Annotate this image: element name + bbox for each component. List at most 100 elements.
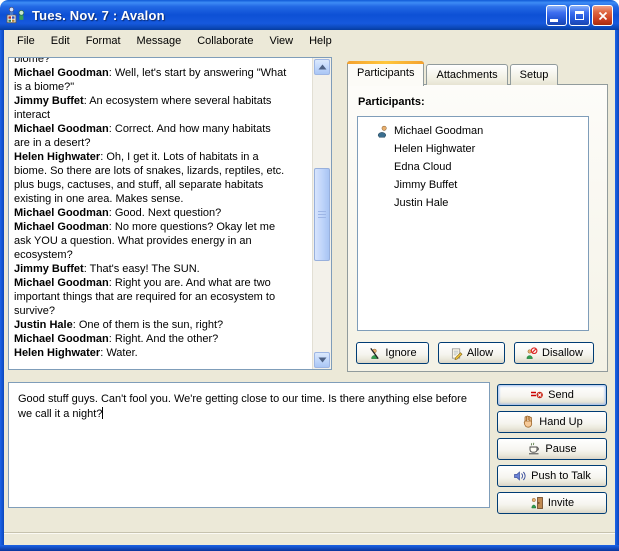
window-border-right — [615, 30, 619, 551]
pause-button[interactable]: Pause — [497, 438, 607, 460]
invite-icon — [530, 496, 544, 510]
chat-message-author: Michael Goodman — [14, 221, 109, 233]
hand-up-button[interactable]: Hand Up — [497, 411, 607, 433]
chat-message-author: Jimmy Buffet — [14, 263, 84, 275]
close-icon — [598, 11, 608, 21]
scroll-down-icon — [318, 357, 327, 363]
send-icon — [530, 388, 544, 402]
app-icon — [6, 6, 28, 24]
participant-name: Jimmy Buffet — [394, 179, 457, 191]
chat-message: biome? — [14, 57, 288, 66]
participant-name: Michael Goodman — [394, 125, 483, 137]
menu-item[interactable]: Format — [78, 32, 129, 50]
ignore-icon — [368, 347, 381, 360]
chat-transcript[interactable]: biome? Michael Goodman: Well, let's star… — [8, 57, 332, 370]
hand-up-icon — [521, 415, 535, 429]
invite-button[interactable]: Invite — [497, 492, 607, 514]
ignore-label: Ignore — [385, 347, 416, 359]
scrollbar-thumb[interactable] — [314, 168, 330, 261]
chat-message-author: Helen Highwater — [14, 151, 100, 163]
minimize-icon — [550, 19, 558, 22]
disallow-icon — [525, 347, 538, 360]
participant-status-icon — [375, 125, 390, 138]
chat-message-text: Right. And the other? — [115, 333, 218, 345]
chat-message: Jimmy Buffet: An ecosystem where several… — [14, 94, 288, 122]
disallow-label: Disallow — [542, 347, 583, 359]
disallow-button[interactable]: Disallow — [514, 342, 594, 364]
scroll-down-button[interactable] — [314, 352, 330, 368]
menu-item[interactable]: Message — [129, 32, 190, 50]
chat-message-text: biome? — [14, 57, 50, 65]
chat-message: Michael Goodman: Right you are. And what… — [14, 276, 288, 318]
menu-bar: FileEditFormatMessageCollaborateViewHelp — [4, 30, 615, 51]
tab[interactable]: Participants — [347, 61, 424, 86]
moderation-buttons: Ignore Allow Disallow — [356, 342, 594, 364]
invite-label: Invite — [548, 497, 574, 509]
pause-label: Pause — [545, 443, 576, 455]
menu-item[interactable]: Collaborate — [189, 32, 261, 50]
chat-message-text: That's easy! The SUN. — [90, 263, 200, 275]
tab[interactable]: Setup — [510, 64, 559, 85]
menu-item[interactable]: File — [9, 32, 43, 50]
participants-label: Participants: — [358, 96, 425, 108]
maximize-icon — [575, 11, 584, 20]
app-window: Tues. Nov. 7 : Avalon FileEditFormatMess… — [0, 0, 619, 551]
send-button[interactable]: Send — [497, 384, 607, 406]
participant-name: Helen Highwater — [394, 143, 475, 155]
message-input[interactable]: Good stuff guys. Can't fool you. We're g… — [8, 382, 490, 508]
push-to-talk-icon — [513, 469, 527, 483]
menu-item[interactable]: Edit — [43, 32, 78, 50]
tab[interactable]: Attachments — [426, 64, 507, 85]
chat-message-author: Jimmy Buffet — [14, 95, 84, 107]
chat-message-author: Michael Goodman — [14, 67, 109, 79]
push-to-talk-label: Push to Talk — [531, 470, 591, 482]
chat-message: Michael Goodman: No more questions? Okay… — [14, 220, 288, 262]
chat-message-author: Justin Hale — [14, 319, 73, 331]
allow-button[interactable]: Allow — [438, 342, 505, 364]
chat-message-text: Good. Next question? — [115, 207, 221, 219]
pause-icon — [527, 442, 541, 456]
participant-row[interactable]: Justin Hale — [358, 194, 588, 212]
chat-message: Helen Highwater: Water. — [14, 346, 288, 360]
participants-list[interactable]: Michael Goodman Helen Highwater Ed — [357, 116, 589, 331]
chat-log: biome? Michael Goodman: Well, let's star… — [14, 57, 288, 360]
participants-panel: Participants: Michael Goodman Hel — [347, 84, 608, 372]
chat-message-author: Michael Goodman — [14, 277, 109, 289]
window-title: Tues. Nov. 7 : Avalon — [32, 8, 165, 23]
ignore-button[interactable]: Ignore — [356, 342, 429, 364]
window-border-left — [0, 30, 4, 551]
push-to-talk-button[interactable]: Push to Talk — [497, 465, 607, 487]
scroll-up-button[interactable] — [314, 59, 330, 75]
chat-message-author: Michael Goodman — [14, 123, 109, 135]
participant-row[interactable]: Michael Goodman — [358, 122, 588, 140]
scroll-up-icon — [318, 64, 327, 70]
participant-name: Edna Cloud — [394, 161, 452, 173]
chat-message: Michael Goodman: Correct. And how many h… — [14, 122, 288, 150]
menu-item[interactable]: Help — [301, 32, 340, 50]
participant-row[interactable]: Jimmy Buffet — [358, 176, 588, 194]
participant-row[interactable]: Helen Highwater — [358, 140, 588, 158]
send-label: Send — [548, 389, 574, 401]
text-caret — [102, 407, 103, 419]
allow-icon — [450, 347, 463, 360]
chat-message-author: Michael Goodman — [14, 207, 109, 219]
chat-message: Helen Highwater: Oh, I get it. Lots of h… — [14, 150, 288, 206]
action-buttons: Send Hand Up Pause Push to Talk — [497, 384, 607, 514]
participant-name: Justin Hale — [394, 197, 448, 209]
maximize-button[interactable] — [569, 5, 590, 26]
tab-strip: ParticipantsAttachmentsSetup — [347, 60, 558, 85]
chat-message-author: Helen Highwater — [14, 347, 100, 359]
titlebar[interactable]: Tues. Nov. 7 : Avalon — [0, 0, 619, 30]
window-border-bottom — [0, 545, 619, 551]
menu-item[interactable]: View — [261, 32, 301, 50]
allow-label: Allow — [467, 347, 493, 359]
chat-message: Michael Goodman: Well, let's start by an… — [14, 66, 288, 94]
scrollbar-grip-icon — [318, 211, 326, 219]
chat-scrollbar[interactable] — [312, 58, 331, 369]
chat-message: Jimmy Buffet: That's easy! The SUN. — [14, 262, 288, 276]
chat-message: Michael Goodman: Good. Next question? — [14, 206, 288, 220]
participant-row[interactable]: Edna Cloud — [358, 158, 588, 176]
minimize-button[interactable] — [546, 5, 567, 26]
hand-up-label: Hand Up — [539, 416, 582, 428]
close-button[interactable] — [592, 5, 613, 26]
